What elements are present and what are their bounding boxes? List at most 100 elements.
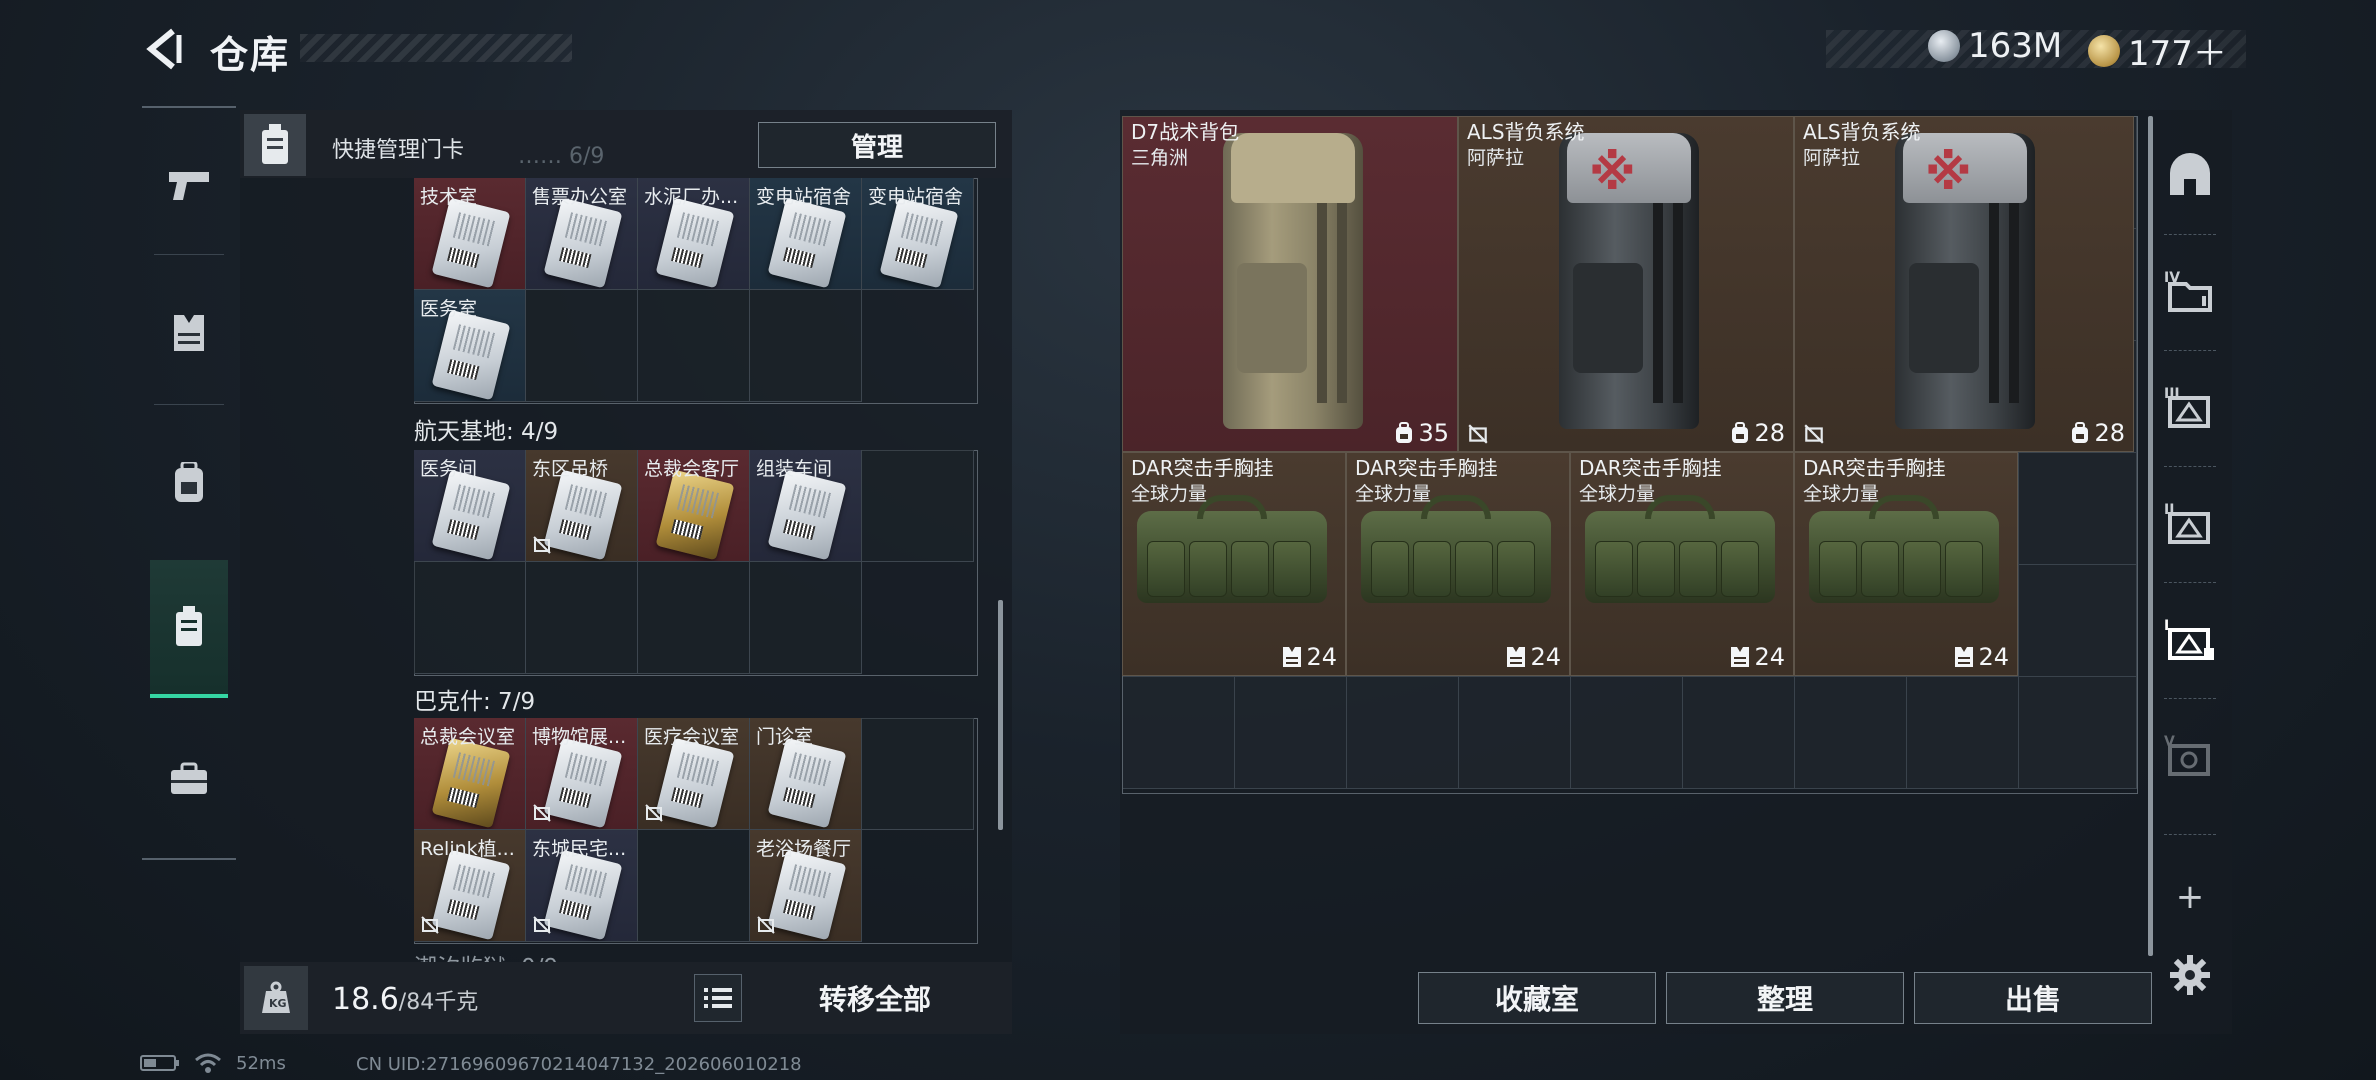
keycard-case-icon <box>262 124 288 164</box>
keycard-image <box>767 197 847 289</box>
storage-slot[interactable] <box>2019 677 2137 789</box>
rail-item-weapons[interactable] <box>154 150 224 220</box>
keycard-label: 医务室 <box>420 298 478 320</box>
currency-gold[interactable]: 177＋ <box>2088 26 2227 75</box>
keycard-image <box>431 849 511 941</box>
keycard-slot[interactable]: 医务间 <box>414 450 526 562</box>
empty-keycard-slot[interactable] <box>862 718 974 830</box>
chest-rig-item[interactable]: DAR突击手胸挂 全球力量 24 <box>1346 452 1570 676</box>
keycard-slot[interactable]: 老浴场餐厅 <box>750 830 862 942</box>
storage-slot[interactable] <box>2019 453 2137 565</box>
helmet-icon <box>2170 153 2210 195</box>
chest-rig-image <box>1361 495 1551 603</box>
storage-slot[interactable] <box>1459 677 1571 789</box>
keycard-image <box>655 469 735 561</box>
no-fee-icon <box>533 804 551 822</box>
no-fee-icon <box>757 916 775 934</box>
keycard-slot[interactable]: Relink植... <box>414 830 526 942</box>
chest-rig-item[interactable]: DAR突击手胸挂 全球力量 24 <box>1570 452 1794 676</box>
weight-bar: KG 18.6/84千克 转移全部 <box>240 962 1012 1034</box>
backpack-item[interactable]: ※ ALS背负系统 阿萨拉 28 <box>1794 116 2134 452</box>
storage-slot[interactable] <box>1571 677 1683 789</box>
keycard-label: 老浴场餐厅 <box>756 838 852 860</box>
backpack-capacity-icon <box>1732 422 1749 443</box>
sell-button[interactable]: 出售 <box>1914 972 2152 1024</box>
keycard-label: 东城民宅... <box>532 838 627 860</box>
keycard-slot[interactable]: 医务室 <box>414 290 526 402</box>
ping-value: 52ms <box>236 1052 286 1074</box>
keycard-slot[interactable]: 组装车间 <box>750 450 862 562</box>
settings-button[interactable] <box>2156 940 2224 1010</box>
rail-item-tier-1-active[interactable]: I <box>2156 604 2224 674</box>
storage-slot[interactable] <box>1907 677 2019 789</box>
keycard-scrollbar[interactable] <box>998 600 1003 830</box>
keycard-slot[interactable]: 变电站宿舍 <box>862 178 974 290</box>
empty-keycard-slot[interactable] <box>750 290 862 402</box>
keycard-slot[interactable]: 技术室 <box>414 178 526 290</box>
keycard-slot[interactable]: 门诊室 <box>750 718 862 830</box>
quick-manage-icon-box <box>244 114 306 176</box>
item-capacity: 35 <box>1394 419 1449 447</box>
rail-item-cases[interactable] <box>154 744 224 814</box>
rail-item-tier-4[interactable]: IV <box>2156 256 2224 326</box>
back-button[interactable] <box>140 26 190 72</box>
empty-keycard-slot[interactable] <box>638 830 750 942</box>
storage-slot[interactable] <box>1123 677 1235 789</box>
rail-item-tier-3[interactable]: III <box>2156 372 2224 442</box>
empty-keycard-slot[interactable] <box>414 562 526 674</box>
item-name: DAR突击手胸挂 <box>1579 456 1722 480</box>
empty-keycard-slot[interactable] <box>638 290 750 402</box>
keycard-slot[interactable]: 总裁会议室 <box>414 718 526 830</box>
keycard-label: 售票办公室 <box>532 186 628 208</box>
currency-silver[interactable]: 163M <box>1928 26 2062 66</box>
keycard-slot[interactable]: 医疗会议室 <box>638 718 750 830</box>
weight-icon-box: KG <box>244 966 308 1030</box>
item-capacity-value: 24 <box>1530 643 1561 671</box>
storage-slot[interactable] <box>1235 677 1347 789</box>
add-storage-button[interactable]: + <box>2156 862 2224 932</box>
backpack-item[interactable]: D7战术背包 三角洲 35 <box>1122 116 1458 452</box>
empty-keycard-slot[interactable] <box>526 562 638 674</box>
keycard-slot[interactable]: 水泥厂办... <box>638 178 750 290</box>
keycard-slot[interactable]: 变电站宿舍 <box>750 178 862 290</box>
storage-tier-icon: IV <box>2164 270 2212 312</box>
transfer-all-button[interactable]: 转移全部 <box>760 972 990 1024</box>
rail-item-backpacks[interactable] <box>154 448 224 518</box>
list-view-button[interactable] <box>694 974 742 1022</box>
rail-item-armor[interactable] <box>154 298 224 368</box>
user-uid: CN UID:27169609670214047132_202606010218 <box>356 1054 802 1075</box>
organize-button[interactable]: 整理 <box>1666 972 1904 1024</box>
storage-slot[interactable] <box>1795 677 1907 789</box>
empty-keycard-slot[interactable] <box>638 562 750 674</box>
keycard-image <box>431 469 511 561</box>
backpack-item[interactable]: ※ ALS背负系统 阿萨拉 28 <box>1458 116 1794 452</box>
chest-rig-item[interactable]: DAR突击手胸挂 全球力量 24 <box>1122 452 1346 676</box>
pistol-icon <box>169 172 209 200</box>
manage-button[interactable]: 管理 <box>758 122 996 168</box>
rail-item-special[interactable] <box>2156 140 2224 210</box>
keycard-slot[interactable]: 东区吊桥 <box>526 450 638 562</box>
rail-item-tier-2[interactable]: II <box>2156 488 2224 558</box>
keycard-slot[interactable]: 售票办公室 <box>526 178 638 290</box>
empty-keycard-slot[interactable] <box>526 290 638 402</box>
rail-divider <box>2164 466 2216 467</box>
storage-slot[interactable] <box>1683 677 1795 789</box>
rail-item-tier-5-locked[interactable]: V <box>2156 720 2224 790</box>
item-capacity: 28 <box>2070 419 2125 447</box>
item-map-tag: 阿萨拉 <box>1467 147 1525 169</box>
chest-rig-item[interactable]: DAR突击手胸挂 全球力量 24 <box>1794 452 2018 676</box>
storage-slot[interactable] <box>1347 677 1459 789</box>
empty-keycard-slot[interactable] <box>750 562 862 674</box>
section-label-bakhsh: 巴克什: 7/9 <box>414 689 536 715</box>
keycard-slot[interactable]: 总裁会客厅 <box>638 450 750 562</box>
empty-keycard-slot[interactable] <box>862 450 974 562</box>
rail-item-keycards[interactable] <box>150 560 228 698</box>
collection-room-button[interactable]: 收藏室 <box>1418 972 1656 1024</box>
storage-slot[interactable] <box>2019 565 2137 677</box>
keycard-slot[interactable]: 博物馆展... <box>526 718 638 830</box>
storage-scrollbar[interactable] <box>2148 116 2153 956</box>
item-capacity-value: 24 <box>1754 643 1785 671</box>
keycard-slot[interactable]: 东城民宅... <box>526 830 638 942</box>
item-name: D7战术背包 <box>1131 120 1240 144</box>
page-title: 仓库 <box>210 33 291 77</box>
